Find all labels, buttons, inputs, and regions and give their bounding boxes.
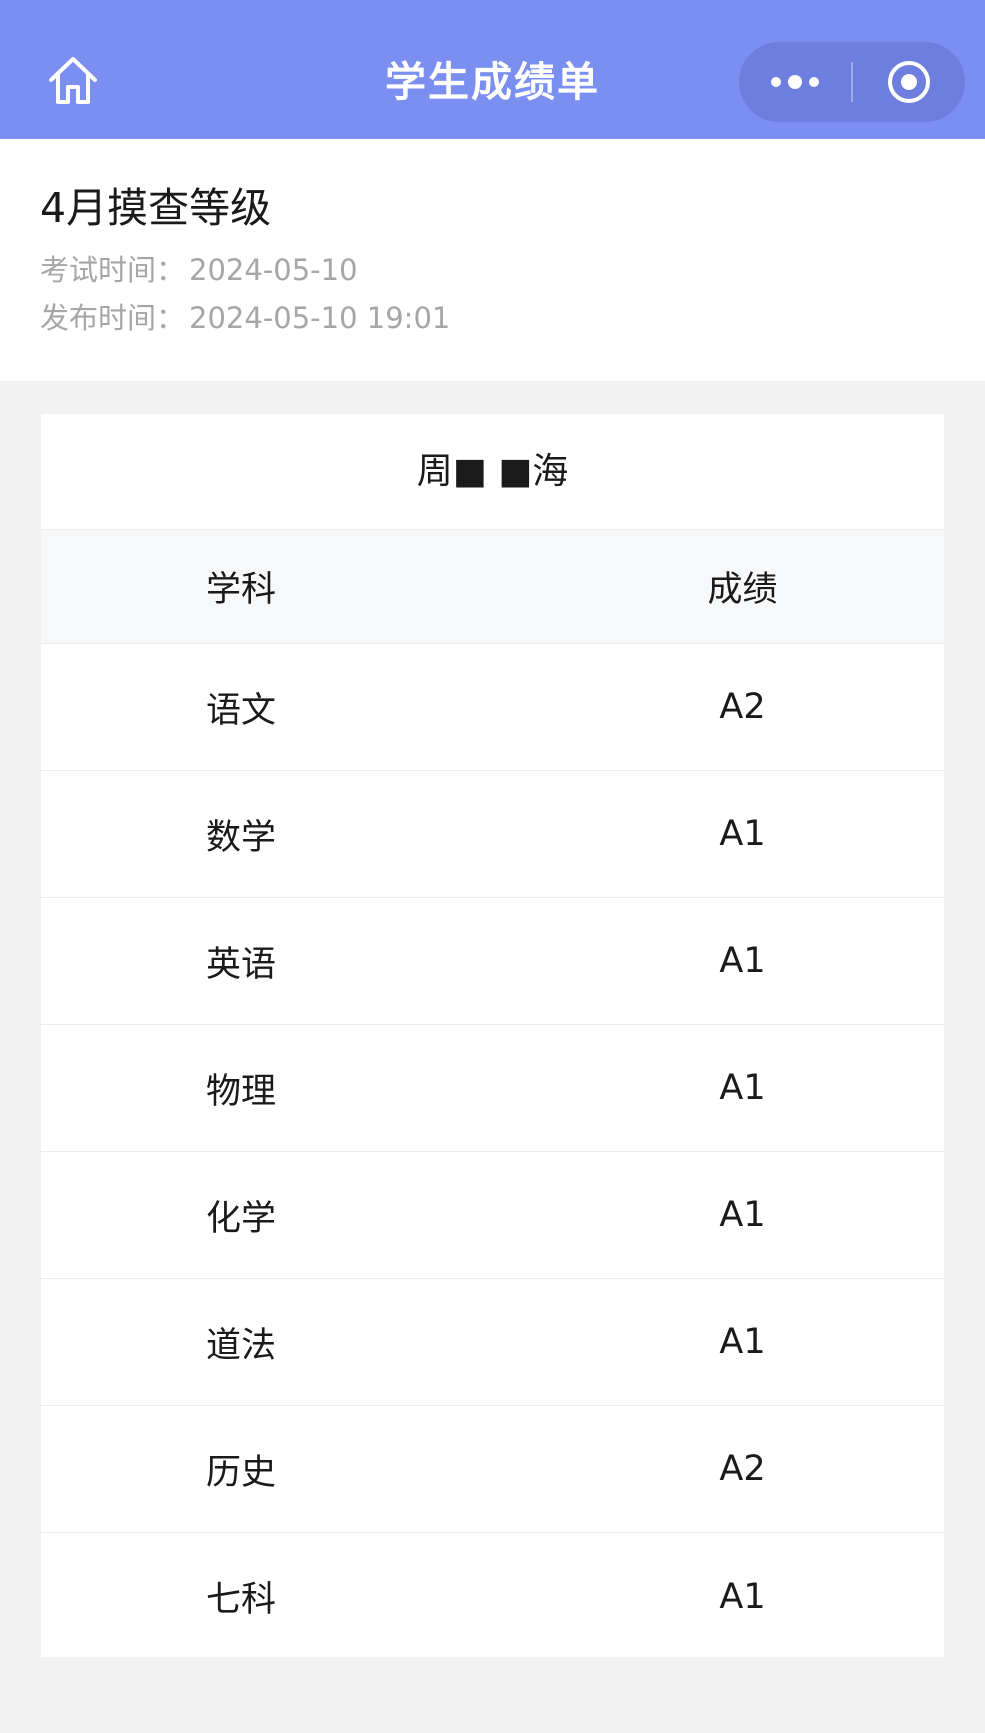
more-button[interactable] (739, 42, 851, 122)
score-cell: A1 (719, 941, 766, 981)
score-cell: A1 (719, 1576, 766, 1617)
score-rows: 语文 A2 数学 A1 英语 A1 物理 A1 化学 A1 道法 A1 历史 A… (41, 644, 944, 1660)
top-navigation-bar: 学生成绩单 (0, 0, 985, 139)
student-name: 周■ ■海 (416, 451, 569, 492)
table-row: 历史 A2 (41, 1406, 944, 1533)
exam-time-value: 2024-05-10 (189, 253, 358, 287)
score-cell: A2 (719, 1449, 766, 1489)
mini-program-capsule (739, 42, 965, 122)
subject-cell: 历史 (205, 1452, 276, 1493)
target-circle-icon (888, 61, 930, 103)
header-subject: 学科 (205, 570, 276, 610)
table-row: 物理 A1 (41, 1025, 944, 1152)
publish-time-label: 发布时间： (40, 301, 186, 335)
exam-title: 4月摸查等级 (40, 184, 272, 232)
subject-cell: 英语 (205, 944, 276, 985)
subject-cell: 化学 (205, 1198, 276, 1239)
subject-cell: 物理 (205, 1071, 276, 1112)
subject-cell: 道法 (205, 1325, 276, 1366)
exam-time-label: 考试时间： (40, 253, 186, 287)
close-button[interactable] (853, 42, 965, 122)
table-header: 学科 成绩 (41, 529, 944, 644)
subject-cell: 语文 (205, 690, 276, 731)
score-table-card: 周■ ■海 学科 成绩 语文 A2 数学 A1 英语 A1 物理 A1 化学 A… (41, 414, 944, 1657)
score-cell: A1 (719, 814, 766, 854)
table-row: 道法 A1 (41, 1279, 944, 1406)
score-cell: A2 (719, 687, 766, 727)
score-cell: A1 (719, 1322, 766, 1362)
score-cell: A1 (719, 1068, 766, 1108)
publish-time-line: 发布时间： 2024-05-10 19:01 (40, 301, 450, 336)
header-score: 成绩 (707, 570, 778, 610)
score-cell: A1 (719, 1195, 766, 1235)
table-row: 化学 A1 (41, 1152, 944, 1279)
exam-info-card: 4月摸查等级 考试时间： 2024-05-10 发布时间： 2024-05-10 1… (0, 139, 985, 381)
table-row: 英语 A1 (41, 898, 944, 1025)
exam-time-line: 考试时间： 2024-05-10 (40, 253, 358, 288)
publish-time-value: 2024-05-10 19:01 (189, 301, 451, 335)
subject-cell: 数学 (205, 817, 276, 858)
subject-cell: 七科 (205, 1580, 276, 1620)
table-row: 数学 A1 (41, 771, 944, 898)
more-dots-icon (771, 75, 819, 89)
table-row: 语文 A2 (41, 644, 944, 771)
table-row: 七科 A1 (41, 1533, 944, 1660)
